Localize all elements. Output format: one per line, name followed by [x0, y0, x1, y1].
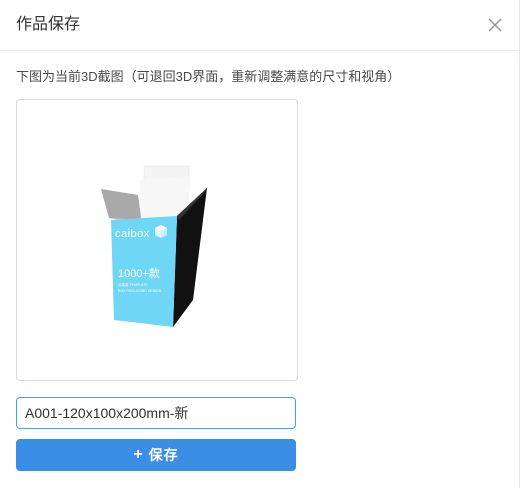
work-name-input[interactable] — [16, 397, 296, 429]
instruction-text: 下图为当前3D截图（可退回3D界面，重新调整满意的尺寸和视角） — [16, 69, 401, 84]
box-headline-text: 1000+款 — [118, 266, 160, 280]
save-work-dialog: 作品保存 下图为当前3D截图（可退回3D界面，重新调整满意的尺寸和视角） cai… — [0, 0, 520, 488]
save-button-label: 保存 — [148, 447, 179, 463]
dialog-header: 作品保存 — [0, 0, 520, 51]
close-icon[interactable] — [486, 16, 504, 34]
dialog-title: 作品保存 — [16, 16, 81, 33]
box-brand-text: caibox — [115, 228, 150, 240]
box-small-text-1: 包装盒 TEMPLATE — [118, 282, 148, 287]
save-button[interactable]: + 保存 — [16, 439, 296, 471]
screenshot-preview: caibox 1000+款 包装盒 TEMPLATE BOX PACKAGING… — [16, 99, 298, 381]
box-small-text-2: BOX PACKAGING DESIGN — [118, 289, 162, 293]
plus-icon: + — [133, 446, 143, 463]
box-3d-image: caibox 1000+款 包装盒 TEMPLATE BOX PACKAGING… — [101, 165, 207, 327]
